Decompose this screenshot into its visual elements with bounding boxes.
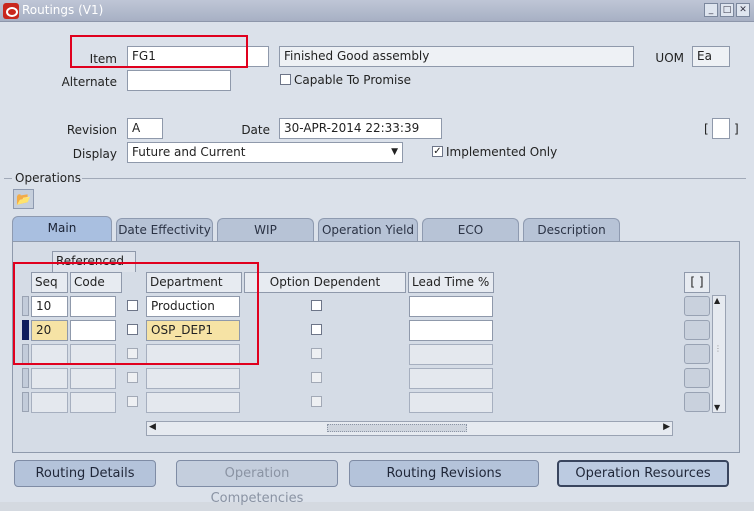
scroll-up-icon[interactable]: ▲ <box>714 296 720 305</box>
window-title: Routings (V1) <box>22 3 104 17</box>
row-context-button[interactable] <box>684 368 710 388</box>
revision-field[interactable]: A <box>127 118 163 139</box>
lead-time-field[interactable] <box>409 320 493 341</box>
row-indicator[interactable] <box>22 392 29 412</box>
lead-time-field[interactable] <box>409 392 493 413</box>
operation-competencies-button[interactable]: Operation Competencies <box>176 460 338 506</box>
operation-resources-button[interactable]: Operation Resources <box>557 460 729 487</box>
descriptive-flexfield[interactable] <box>712 118 730 139</box>
display-select-value: Future and Current <box>132 145 246 159</box>
uom-label: UOM <box>655 51 684 65</box>
alternate-label: Alternate <box>61 75 117 89</box>
horizontal-scrollbar[interactable]: ◀ ▶ <box>146 421 673 436</box>
minimize-button[interactable]: _ <box>704 3 718 17</box>
implemented-only-label: Implemented Only <box>446 145 558 159</box>
close-button[interactable]: ✕ <box>736 3 750 17</box>
capable-to-promise-checkbox[interactable] <box>280 74 291 85</box>
context-column-header: [ ] <box>684 272 710 293</box>
code-field[interactable] <box>70 368 116 389</box>
window-titlebar: Routings (V1) _ □ ✕ <box>0 0 754 22</box>
option-dependent-checkbox[interactable] <box>311 324 322 335</box>
implemented-only-checkbox[interactable]: ✓ <box>432 146 443 157</box>
vertical-scrollbar[interactable]: ▲ ⋮ ▼ <box>712 295 726 413</box>
alternate-field[interactable] <box>127 70 231 91</box>
row-context-button[interactable] <box>684 392 710 412</box>
item-description-field: Finished Good assembly <box>279 46 634 67</box>
department-field[interactable] <box>146 368 240 389</box>
tab-main[interactable]: Main <box>12 216 112 241</box>
row-indicator[interactable] <box>22 368 29 388</box>
seq-field[interactable] <box>31 392 68 413</box>
lead-time-field[interactable] <box>409 344 493 365</box>
tab-operation-yield[interactable]: Operation Yield <box>318 218 418 241</box>
open-folder-icon[interactable]: 📂 <box>13 189 34 209</box>
tab-eco[interactable]: ECO <box>422 218 519 241</box>
scroll-thumb-icon[interactable]: ⋮ <box>714 344 722 353</box>
option-dependent-checkbox[interactable] <box>311 372 322 383</box>
option-dependent-checkbox[interactable] <box>311 396 322 407</box>
display-label: Display <box>72 147 117 161</box>
lead-time-field[interactable] <box>409 368 493 389</box>
tab-date-effectivity[interactable]: Date Effectivity <box>116 218 213 241</box>
routing-details-button[interactable]: Routing Details <box>14 460 156 487</box>
routing-revisions-button[interactable]: Routing Revisions <box>349 460 539 487</box>
scroll-thumb[interactable] <box>327 424 467 432</box>
scroll-right-icon[interactable]: ▶ <box>663 422 670 432</box>
referenced-checkbox[interactable] <box>127 396 138 407</box>
date-label: Date <box>241 123 270 137</box>
department-field[interactable] <box>146 392 240 413</box>
uom-field: Ea <box>692 46 730 67</box>
referenced-checkbox[interactable] <box>127 372 138 383</box>
row-context-button[interactable] <box>684 320 710 340</box>
operations-section-label: Operations <box>15 171 81 185</box>
bracket-open: [ <box>704 122 709 136</box>
highlight-box-grid <box>13 262 259 365</box>
tab-wip[interactable]: WIP <box>217 218 314 241</box>
row-context-button[interactable] <box>684 296 710 316</box>
seq-field[interactable] <box>31 368 68 389</box>
section-divider <box>4 178 12 179</box>
chevron-down-icon: ▼ <box>391 147 398 157</box>
row-context-button[interactable] <box>684 344 710 364</box>
capable-to-promise-label: Capable To Promise <box>294 73 411 87</box>
lead-time-column-header: Lead Time % <box>408 272 494 293</box>
revision-label: Revision <box>66 123 117 137</box>
code-field[interactable] <box>70 392 116 413</box>
oracle-logo-icon <box>3 3 19 19</box>
maximize-button[interactable]: □ <box>720 3 734 17</box>
scroll-down-icon[interactable]: ▼ <box>714 403 720 412</box>
option-dependent-checkbox[interactable] <box>311 300 322 311</box>
bracket-close: ] <box>734 122 739 136</box>
option-dependent-column-header: Option Dependent <box>244 272 406 293</box>
tab-description[interactable]: Description <box>523 218 620 241</box>
lead-time-field[interactable] <box>409 296 493 317</box>
section-divider <box>82 178 746 179</box>
scroll-left-icon[interactable]: ◀ <box>149 422 156 432</box>
date-field[interactable]: 30-APR-2014 22:33:39 <box>279 118 442 139</box>
display-select[interactable]: Future and Current ▼ <box>127 142 403 163</box>
highlight-box-item <box>70 35 248 68</box>
option-dependent-checkbox[interactable] <box>311 348 322 359</box>
form-body: Item FG1 Finished Good assembly UOM Ea A… <box>0 22 754 506</box>
